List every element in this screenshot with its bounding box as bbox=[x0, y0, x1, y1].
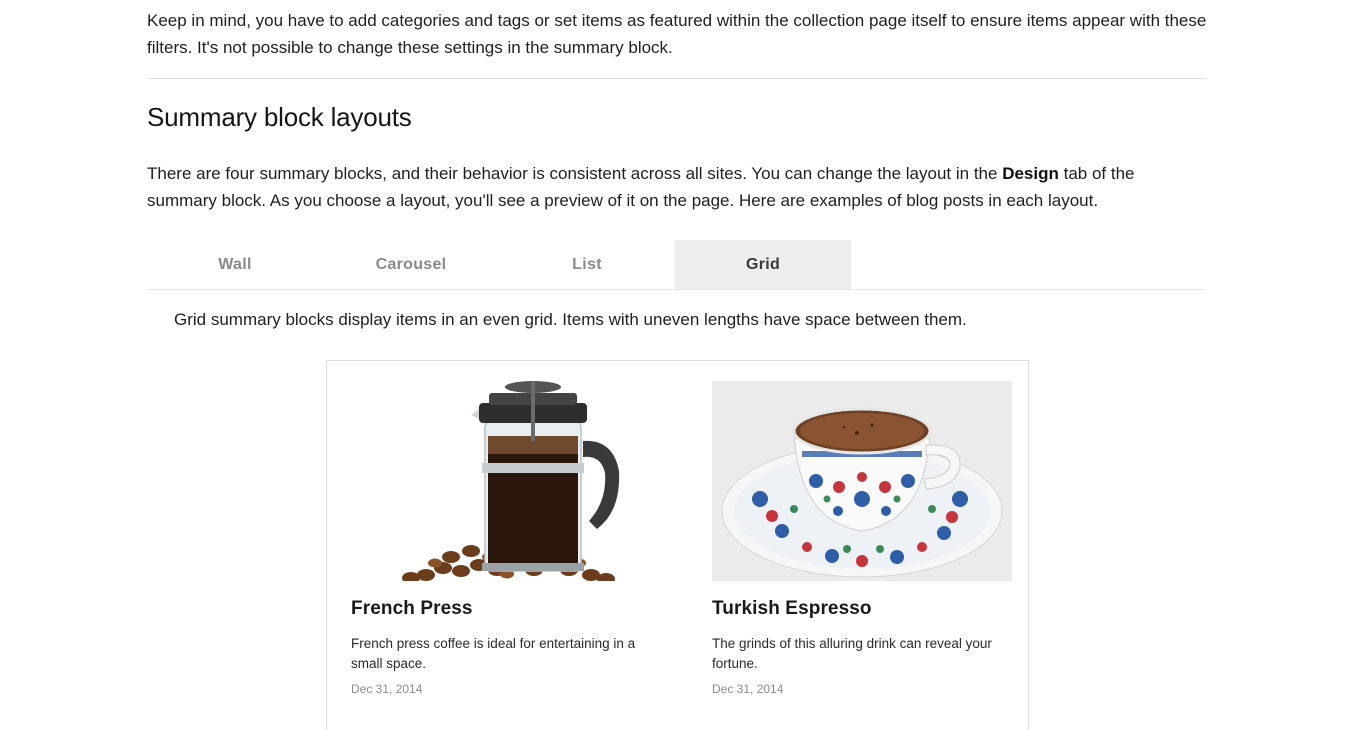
layout-tabs: Wall Carousel List Grid bbox=[147, 240, 1205, 290]
item-excerpt: The grinds of this alluring drink can re… bbox=[712, 636, 992, 671]
section-divider bbox=[147, 78, 1207, 79]
grid-summary-preview: French Press French press coffee is idea… bbox=[326, 360, 1029, 730]
section-heading: Summary block layouts bbox=[147, 102, 412, 132]
section-paragraph: There are four summary blocks, and their… bbox=[147, 160, 1207, 214]
item-title[interactable]: French Press bbox=[351, 598, 651, 620]
french-press-image[interactable] bbox=[351, 381, 651, 581]
item-date: Dec 31, 2014 bbox=[712, 682, 784, 696]
tab-grid[interactable]: Grid bbox=[675, 240, 851, 289]
french-press-illustration bbox=[402, 381, 620, 581]
section-paragraph-text: There are four summary blocks, and their… bbox=[147, 164, 1003, 183]
turkish-coffee-image[interactable] bbox=[712, 381, 1012, 581]
intro-paragraph: Keep in mind, you have to add categories… bbox=[147, 11, 1207, 57]
item-excerpt: French press coffee is ideal for enterta… bbox=[351, 636, 636, 671]
tab-description: Grid summary blocks display items in an … bbox=[174, 310, 967, 329]
tab-wall[interactable]: Wall bbox=[147, 240, 323, 289]
tab-list[interactable]: List bbox=[499, 240, 675, 289]
summary-item: Turkish Espresso The grinds of this allu… bbox=[712, 381, 1012, 696]
item-title[interactable]: Turkish Espresso bbox=[712, 598, 1012, 620]
design-tab-emphasis: Design bbox=[1002, 164, 1059, 183]
item-date: Dec 31, 2014 bbox=[351, 682, 423, 696]
tab-carousel[interactable]: Carousel bbox=[323, 240, 499, 289]
turkish-coffee-illustration bbox=[712, 381, 1012, 581]
summary-item: French Press French press coffee is idea… bbox=[351, 381, 651, 696]
